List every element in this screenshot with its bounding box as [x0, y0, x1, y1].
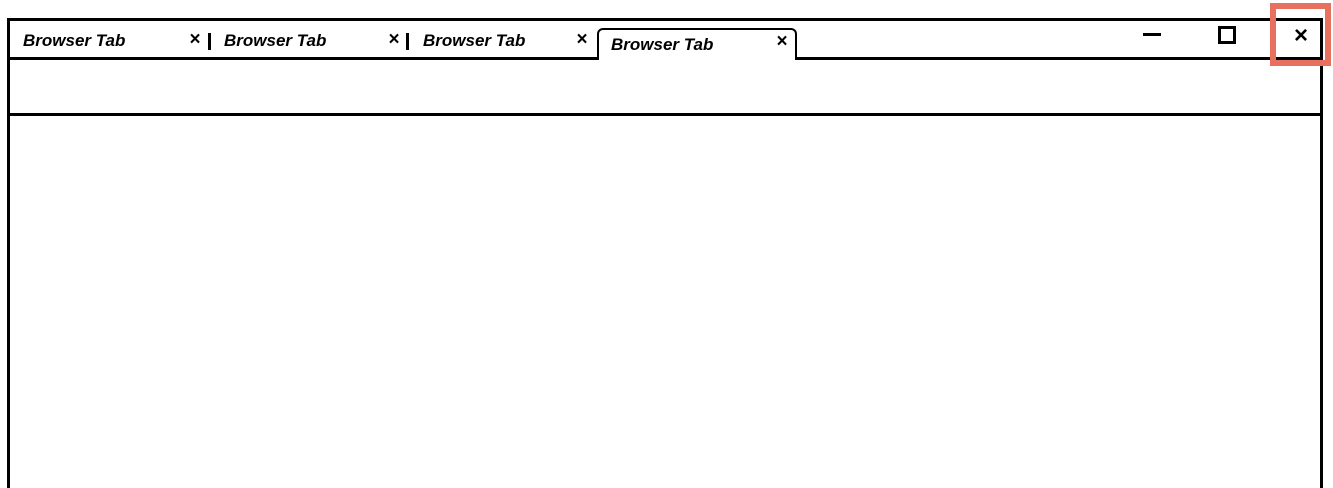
- tab-close-icon[interactable]: ×: [187, 30, 203, 49]
- browser-tab-2[interactable]: Browser Tab: [224, 21, 404, 60]
- browser-tab-3[interactable]: Browser Tab: [423, 21, 593, 60]
- browser-tab-4-active[interactable]: Browser Tab ×: [597, 28, 797, 60]
- tab-close-icon[interactable]: ×: [774, 32, 790, 51]
- tab-label: Browser Tab: [224, 30, 327, 50]
- page-content-area: [10, 116, 1320, 488]
- tab-separator: [208, 33, 211, 50]
- minimize-icon: [1143, 32, 1161, 36]
- tab-label: Browser Tab: [611, 35, 714, 54]
- tab-strip: Browser Tab × Browser Tab × Browser Tab …: [10, 21, 1320, 60]
- tab-label: Browser Tab: [423, 30, 526, 50]
- tab-label: Browser Tab: [23, 30, 126, 50]
- close-window-button[interactable]: ×: [1279, 21, 1323, 57]
- browser-window: Browser Tab × Browser Tab × Browser Tab …: [7, 18, 1323, 488]
- tab-close-icon[interactable]: ×: [386, 30, 402, 49]
- tab-close-icon[interactable]: ×: [574, 30, 590, 49]
- maximize-icon: [1218, 26, 1236, 44]
- address-toolbar: [10, 60, 1320, 116]
- close-icon: ×: [1293, 22, 1308, 49]
- minimize-button[interactable]: [1130, 21, 1174, 57]
- maximize-button[interactable]: [1205, 21, 1249, 57]
- tab-separator: [406, 33, 409, 50]
